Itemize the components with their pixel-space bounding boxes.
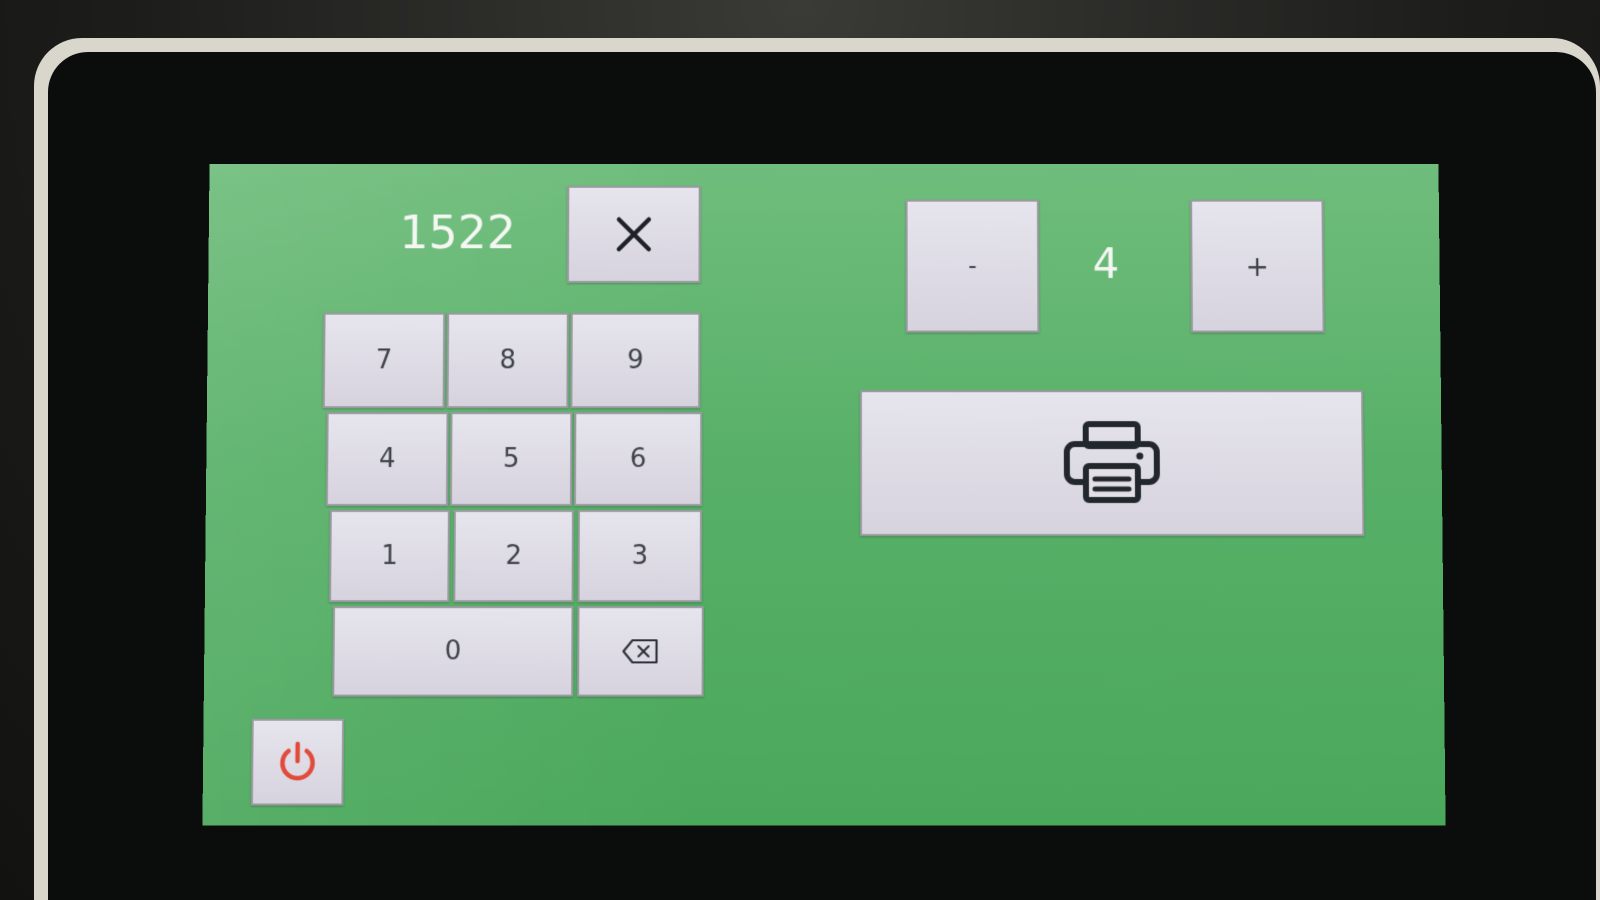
key-label: 6 <box>629 444 647 475</box>
key-4[interactable]: 4 <box>325 412 449 506</box>
backspace-button[interactable] <box>577 606 704 697</box>
printer-icon <box>1064 420 1161 503</box>
print-button[interactable] <box>859 390 1365 537</box>
key-0[interactable]: 0 <box>332 606 574 697</box>
key-3[interactable]: 3 <box>577 509 702 603</box>
key-label: 1 <box>381 541 398 572</box>
quantity-value: 4 <box>1092 239 1120 288</box>
entry-display: 1522 <box>399 205 517 260</box>
touch-screen: 1522 7 8 9 4 5 6 1 2 3 0 - 4 + <box>202 164 1446 826</box>
key-label: 7 <box>375 345 393 376</box>
key-7[interactable]: 7 <box>322 312 446 409</box>
close-icon <box>614 215 654 255</box>
photo-scene: 1522 7 8 9 4 5 6 1 2 3 0 - 4 + <box>0 0 1600 900</box>
key-label: 5 <box>502 444 520 475</box>
key-6[interactable]: 6 <box>573 412 703 506</box>
key-2[interactable]: 2 <box>453 509 574 603</box>
plus-label: + <box>1245 249 1270 283</box>
key-1[interactable]: 1 <box>329 509 450 603</box>
key-5[interactable]: 5 <box>449 412 573 506</box>
power-button[interactable] <box>250 718 345 806</box>
quantity-decrease-button[interactable]: - <box>905 199 1040 333</box>
key-label: 9 <box>627 345 644 376</box>
key-label: 8 <box>499 345 517 376</box>
key-8[interactable]: 8 <box>446 312 569 409</box>
key-label: 0 <box>444 636 462 667</box>
key-label: 4 <box>378 444 396 475</box>
key-9[interactable]: 9 <box>570 312 701 409</box>
key-label: 2 <box>505 541 523 572</box>
minus-label: - <box>968 252 977 280</box>
quantity-increase-button[interactable]: + <box>1190 199 1325 333</box>
backspace-icon <box>621 638 659 664</box>
key-label: 3 <box>631 541 649 572</box>
clear-button[interactable] <box>566 185 701 283</box>
power-icon <box>274 739 321 785</box>
